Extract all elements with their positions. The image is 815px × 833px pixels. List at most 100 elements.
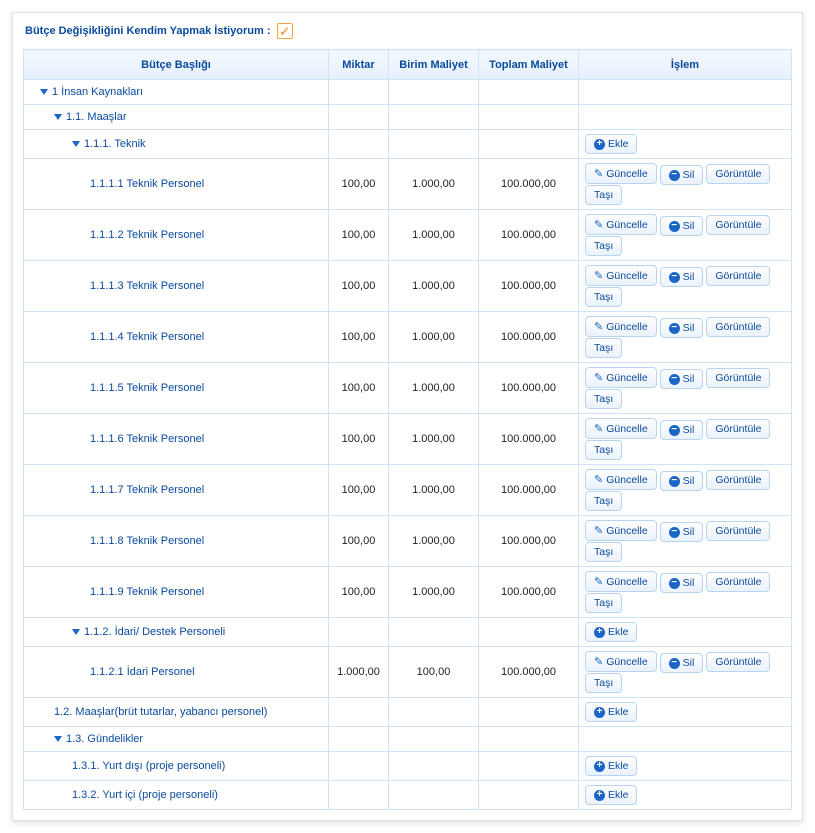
view-button[interactable]: Görüntüle [706, 164, 770, 184]
add-button-label: Ekle [608, 760, 628, 772]
move-button[interactable]: Taşı [585, 593, 622, 613]
add-button[interactable]: +Ekle [585, 785, 637, 805]
pencil-icon: ✎ [594, 473, 603, 486]
row-label: 1.2. Maaşlar(brüt tutarlar, yabancı pers… [54, 706, 267, 718]
table-row: 1.1.1.5 Teknik Personel100,001.000,00100… [24, 363, 792, 414]
self-change-checkbox[interactable]: ✓ [277, 23, 293, 39]
cell-total [479, 80, 579, 105]
add-button[interactable]: +Ekle [585, 622, 637, 642]
update-button[interactable]: ✎Güncelle [585, 520, 657, 541]
move-button[interactable]: Taşı [585, 542, 622, 562]
row-title-cell: 1.1.1.4 Teknik Personel [24, 312, 329, 363]
update-button[interactable]: ✎Güncelle [585, 651, 657, 672]
pencil-icon: ✎ [594, 575, 603, 588]
move-button[interactable]: Taşı [585, 185, 622, 205]
header-total: Toplam Maliyet [479, 50, 579, 80]
cell-qty: 100,00 [329, 567, 389, 618]
update-button[interactable]: ✎Güncelle [585, 265, 657, 286]
view-button-label: Görüntüle [715, 168, 761, 180]
update-button[interactable]: ✎Güncelle [585, 163, 657, 184]
view-button[interactable]: Görüntüle [706, 470, 770, 490]
cell-total: 100.000,00 [479, 414, 579, 465]
add-button[interactable]: +Ekle [585, 702, 637, 722]
update-button[interactable]: ✎Güncelle [585, 316, 657, 337]
cell-unit [389, 727, 479, 752]
pencil-icon: ✎ [594, 655, 603, 668]
tree-node: 1.1.1.5 Teknik Personel [32, 382, 320, 394]
tree-node[interactable]: 1 İnsan Kaynakları [32, 86, 320, 98]
table-row: 1.1. Maaşlar [24, 105, 792, 130]
chevron-down-icon[interactable] [40, 89, 48, 95]
move-button[interactable]: Taşı [585, 440, 622, 460]
move-button-label: Taşı [594, 677, 613, 689]
row-title-cell: 1.1.1.9 Teknik Personel [24, 567, 329, 618]
move-button[interactable]: Taşı [585, 389, 622, 409]
cell-unit: 1.000,00 [389, 312, 479, 363]
view-button[interactable]: Görüntüle [706, 317, 770, 337]
delete-button[interactable]: −Sil [660, 318, 704, 338]
delete-button[interactable]: −Sil [660, 653, 704, 673]
row-title-cell: 1.1.1.8 Teknik Personel [24, 516, 329, 567]
tree-node[interactable]: 1.3. Gündelikler [32, 733, 320, 745]
delete-button[interactable]: −Sil [660, 267, 704, 287]
view-button[interactable]: Görüntüle [706, 521, 770, 541]
view-button[interactable]: Görüntüle [706, 572, 770, 592]
view-button[interactable]: Görüntüle [706, 215, 770, 235]
row-label: 1.1.2.1 İdari Personel [90, 666, 195, 678]
add-button[interactable]: +Ekle [585, 134, 637, 154]
move-button-label: Taşı [594, 495, 613, 507]
move-button-label: Taşı [594, 546, 613, 558]
update-button[interactable]: ✎Güncelle [585, 367, 657, 388]
delete-button[interactable]: −Sil [660, 573, 704, 593]
table-row: 1.3. Gündelikler [24, 727, 792, 752]
update-button[interactable]: ✎Güncelle [585, 214, 657, 235]
view-button[interactable]: Görüntüle [706, 368, 770, 388]
tree-node[interactable]: 1.1.1. Teknik [32, 138, 320, 150]
move-button[interactable]: Taşı [585, 287, 622, 307]
move-button-label: Taşı [594, 597, 613, 609]
move-button[interactable]: Taşı [585, 338, 622, 358]
cell-actions: ✎Güncelle−SilGörüntüle Taşı [579, 363, 792, 414]
row-title-cell: 1.1.1.6 Teknik Personel [24, 414, 329, 465]
cell-total: 100.000,00 [479, 516, 579, 567]
delete-button[interactable]: −Sil [660, 471, 704, 491]
tree-node[interactable]: 1.1. Maaşlar [32, 111, 320, 123]
cell-qty: 100,00 [329, 414, 389, 465]
tree-node[interactable]: 1.1.2. İdari/ Destek Personeli [32, 626, 320, 638]
delete-button[interactable]: −Sil [660, 165, 704, 185]
chevron-down-icon[interactable] [72, 629, 80, 635]
update-button[interactable]: ✎Güncelle [585, 571, 657, 592]
update-button[interactable]: ✎Güncelle [585, 418, 657, 439]
view-button-label: Görüntüle [715, 219, 761, 231]
delete-button[interactable]: −Sil [660, 420, 704, 440]
row-title-cell: 1.1.2. İdari/ Destek Personeli [24, 618, 329, 647]
add-button-label: Ekle [608, 789, 628, 801]
view-button[interactable]: Görüntüle [706, 652, 770, 672]
view-button[interactable]: Görüntüle [706, 419, 770, 439]
update-button[interactable]: ✎Güncelle [585, 469, 657, 490]
cell-qty [329, 752, 389, 781]
delete-button[interactable]: −Sil [660, 369, 704, 389]
move-button[interactable]: Taşı [585, 236, 622, 256]
move-button[interactable]: Taşı [585, 491, 622, 511]
delete-button-label: Sil [683, 475, 695, 487]
tree-node: 1.1.1.7 Teknik Personel [32, 484, 320, 496]
delete-button[interactable]: −Sil [660, 522, 704, 542]
move-button[interactable]: Taşı [585, 673, 622, 693]
cell-actions: ✎Güncelle−SilGörüntüle Taşı [579, 647, 792, 698]
delete-button[interactable]: −Sil [660, 216, 704, 236]
move-button-label: Taşı [594, 342, 613, 354]
add-button[interactable]: +Ekle [585, 756, 637, 776]
cell-total: 100.000,00 [479, 312, 579, 363]
plus-icon: + [594, 761, 605, 772]
budget-panel: Bütçe Değişikliğini Kendim Yapmak İstiyo… [12, 12, 803, 821]
cell-actions: ✎Güncelle−SilGörüntüle Taşı [579, 312, 792, 363]
add-button-label: Ekle [608, 138, 628, 150]
minus-icon: − [669, 272, 680, 283]
chevron-down-icon[interactable] [72, 141, 80, 147]
view-button[interactable]: Görüntüle [706, 266, 770, 286]
minus-icon: − [669, 374, 680, 385]
chevron-down-icon[interactable] [54, 114, 62, 120]
chevron-down-icon[interactable] [54, 736, 62, 742]
cell-actions: ✎Güncelle−SilGörüntüle Taşı [579, 567, 792, 618]
